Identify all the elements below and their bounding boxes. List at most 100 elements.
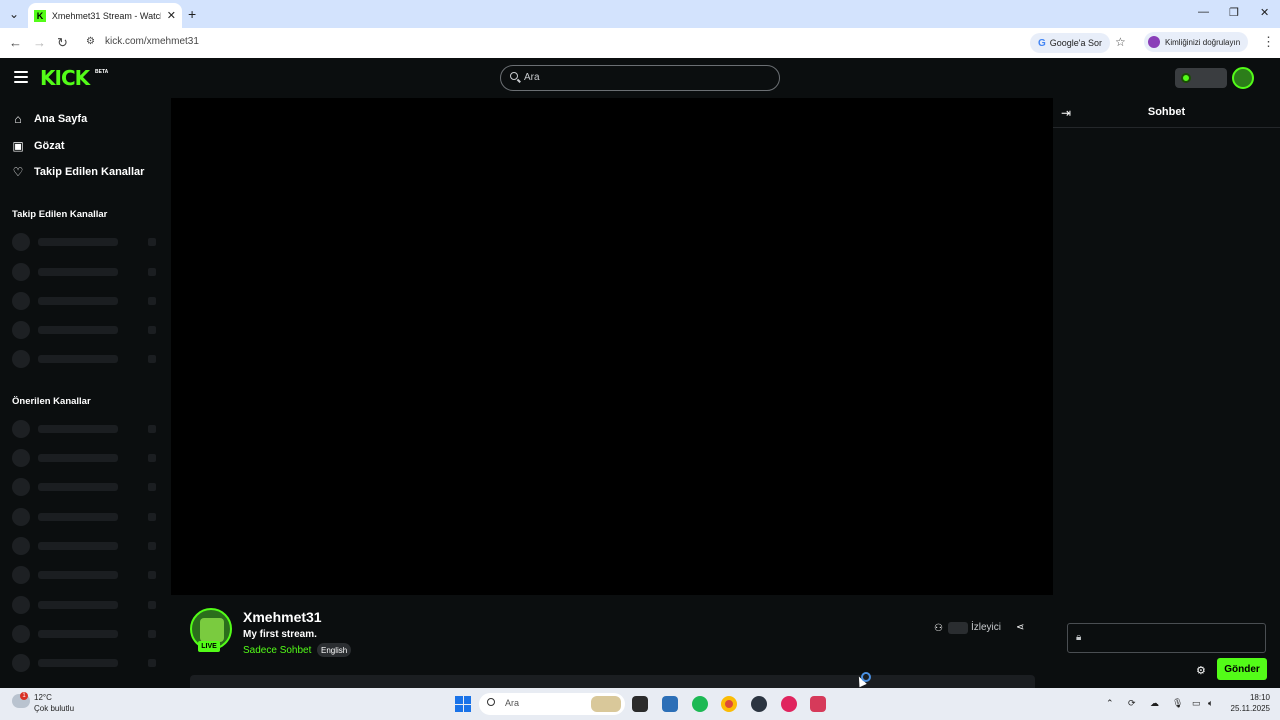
cloud-icon[interactable]: ☁ [1150, 698, 1159, 709]
about-section-bar [190, 675, 1035, 688]
task-view-icon[interactable] [632, 696, 648, 712]
search-icon [510, 72, 518, 80]
followed-channel-placeholder [12, 263, 162, 281]
share-icon[interactable]: ⋖ [1016, 622, 1024, 633]
taskbar-search[interactable]: Ara [479, 693, 625, 715]
clock-time[interactable]: 18:10 [1240, 693, 1270, 702]
sidebar-item-following[interactable]: ♡ Takip Edilen Kanallar [12, 162, 145, 182]
chat-settings-gear-icon[interactable]: ⚙ [1196, 664, 1206, 677]
followed-channel-placeholder [12, 321, 162, 339]
google-ask-button[interactable]: G Google'a Sor [1030, 33, 1111, 53]
app-icon[interactable] [751, 696, 767, 712]
chat-title: Sohbet [1147, 106, 1186, 118]
recommended-channel-placeholder [12, 537, 162, 555]
tray-chevron-icon[interactable]: ⌃ [1106, 698, 1114, 709]
sidebar-item-home[interactable]: ⌂ Ana Sayfa [12, 109, 87, 129]
send-button[interactable]: Gönder [1217, 658, 1267, 680]
search-highlight-icon [591, 696, 621, 712]
chat-panel: ⇥ Sohbet 🔒︎ ⚙ Gönder [1053, 98, 1280, 688]
tab-title: Xmehmet31 Stream - Watch Li [51, 10, 161, 21]
store-icon[interactable] [662, 696, 678, 712]
address-bar[interactable]: ⚙ kick.com/xmehmet31 G Google'a Sor ☆ [80, 31, 1140, 55]
tab-search-icon[interactable]: ⌄ [0, 0, 28, 28]
new-tab-icon[interactable]: + [188, 6, 196, 22]
chat-input[interactable]: 🔒︎ [1067, 623, 1266, 653]
stream-category-link[interactable]: Sadece Sohbet [243, 645, 311, 656]
microphone-icon[interactable]: 🎙︎ [1172, 698, 1183, 709]
viewers-icon: ⚇ [934, 623, 943, 634]
sync-icon[interactable]: ⟳ [1128, 698, 1136, 709]
recommended-channel-placeholder [12, 566, 162, 584]
followed-channel-placeholder [12, 292, 162, 310]
site-header: KICK BETA Ara [0, 58, 1280, 98]
search-input[interactable]: Ara [500, 65, 780, 91]
window-close-icon[interactable]: ✕ [1260, 6, 1269, 19]
weather-alert-badge: 1 [20, 692, 28, 700]
taskbar-search-placeholder: Ara [505, 698, 520, 708]
browser-tab[interactable]: K Xmehmet31 Stream - Watch Li ✕ [28, 3, 182, 28]
chat-header: ⇥ Sohbet [1053, 98, 1280, 128]
sidebar-item-label: Ana Sayfa [34, 113, 88, 125]
spotify-icon[interactable] [692, 696, 708, 712]
url-text[interactable]: kick.com/xmehmet31 [105, 36, 199, 47]
identity-button[interactable]: Kimliğinizi doğrulayın [1144, 32, 1249, 52]
followed-channels-title: Takip Edilen Kanallar [12, 209, 108, 220]
browser-menu-icon[interactable]: ⋮ [1262, 34, 1275, 50]
weather-condition[interactable]: Çok bulutlu [34, 704, 74, 713]
identity-label: Kimliğinizi doğrulayın [1165, 37, 1241, 47]
search-placeholder: Ara [524, 72, 540, 83]
clock-date[interactable]: 25.11.2025 [1226, 704, 1270, 713]
video-player[interactable] [171, 98, 1053, 595]
app-red-icon[interactable] [781, 696, 797, 712]
channel-name[interactable]: Xmehmet31 [243, 609, 322, 625]
search-icon [487, 698, 495, 706]
recommended-channel-placeholder [12, 625, 162, 643]
stream-info: LIVE Xmehmet31 My first stream. Sadece S… [171, 595, 1053, 688]
kicks-balance-button[interactable] [1175, 68, 1227, 88]
taskbar: 1 12°C Çok bulutlu Ara ⌃ ⟳ ☁ 🎙︎ ▭ 🔈︎ 18:… [0, 688, 1280, 720]
back-icon[interactable]: ← [9, 35, 22, 50]
heart-icon: ♡ [12, 165, 24, 179]
followed-channel-placeholder [12, 233, 162, 251]
user-avatar[interactable] [1232, 67, 1254, 89]
recommended-channel-placeholder [12, 478, 162, 496]
sidebar: ⌂ Ana Sayfa ▣ Gözat ♡ Takip Edilen Kanal… [0, 98, 171, 688]
viewer-count [948, 622, 968, 634]
language-tag[interactable]: English [317, 643, 352, 657]
bookmark-star-icon[interactable]: ☆ [1115, 35, 1126, 49]
close-tab-icon[interactable]: ✕ [167, 9, 176, 22]
chrome-icon[interactable] [721, 696, 737, 712]
recommended-channel-placeholder [12, 596, 162, 614]
kick-logo[interactable]: KICK [40, 66, 90, 90]
sidebar-item-label: Takip Edilen Kanallar [34, 166, 145, 178]
kicks-coin-icon [1181, 73, 1191, 83]
reload-icon[interactable]: ↻ [57, 35, 68, 51]
browser-toolbar: ← → ↻ ⚙ kick.com/xmehmet31 G Google'a So… [0, 28, 1280, 58]
minimize-icon[interactable]: — [1198, 6, 1209, 18]
sidebar-item-browse[interactable]: ▣ Gözat [12, 136, 65, 156]
viewers-label: İzleyici [971, 622, 1002, 633]
sidebar-item-label: Gözat [34, 140, 65, 152]
temperature[interactable]: 12°C [34, 693, 52, 702]
profile-icon [1148, 36, 1160, 48]
recommended-channels-title: Önerilen Kanallar [12, 396, 91, 407]
google-ask-label: Google'a Sor [1049, 38, 1103, 48]
recommended-channel-placeholder [12, 449, 162, 467]
live-badge: LIVE [198, 641, 220, 652]
home-icon: ⌂ [14, 112, 22, 126]
loading-spinner-icon [861, 672, 871, 682]
beta-badge: BETA [95, 69, 109, 75]
site-info-icon[interactable]: ⚙ [86, 36, 95, 47]
hamburger-menu-icon[interactable] [14, 71, 28, 83]
lock-icon: 🔒︎ [1076, 632, 1082, 643]
display-icon[interactable]: ▭ [1192, 698, 1201, 709]
restore-icon[interactable]: ❐ [1229, 6, 1239, 19]
forward-icon[interactable]: → [33, 35, 46, 50]
recommended-channel-placeholder [12, 654, 162, 672]
windows-start-icon[interactable] [455, 696, 471, 712]
browser-tab-strip: ⌄ K Xmehmet31 Stream - Watch Li ✕ + — ❐ … [0, 0, 1280, 28]
app-pink-icon[interactable] [810, 696, 826, 712]
google-lens-icon: G [1038, 37, 1046, 49]
followed-channel-placeholder [12, 350, 162, 368]
volume-icon[interactable]: 🔈︎ [1208, 698, 1213, 709]
